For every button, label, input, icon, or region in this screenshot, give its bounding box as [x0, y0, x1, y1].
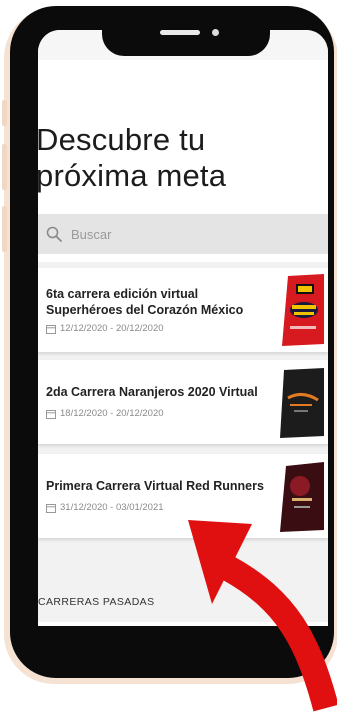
calendar-icon: [46, 503, 56, 513]
event-dates-text: 12/12/2020 - 20/12/2020: [60, 323, 164, 334]
phone-frame: Descubre tu próxima meta 6ta carrera edi…: [10, 6, 334, 678]
page-title: Descubre tu próxima meta: [38, 122, 316, 194]
event-thumbnail: [280, 274, 324, 346]
event-dates: 18/12/2020 - 20/12/2020: [46, 408, 164, 419]
event-thumbnail: [280, 460, 324, 532]
page-title-line1: Descubre tu: [38, 122, 206, 157]
phone-notch: [102, 16, 270, 56]
event-card[interactable]: 2da Carrera Naranjeros 2020 Virtual 18/1…: [38, 360, 328, 444]
event-dates: 31/12/2020 - 03/01/2021: [46, 502, 164, 513]
past-races-heading: CARRERAS PASADAS: [38, 596, 155, 608]
side-button: [2, 144, 7, 190]
event-title: 2da Carrera Naranjeros 2020 Virtual: [46, 385, 258, 399]
event-dates: 12/12/2020 - 20/12/2020: [46, 323, 164, 334]
event-thumbnail: [280, 366, 324, 438]
page-title-line2: próxima meta: [38, 158, 227, 193]
side-button: [2, 206, 7, 252]
event-title: Primera Carrera Virtual Red Runners: [46, 479, 264, 493]
event-title: 6ta carrera edición virtual Superhéroes …: [46, 287, 244, 317]
side-button: [2, 100, 7, 126]
calendar-icon: [46, 324, 56, 334]
camera-icon: [212, 29, 219, 36]
search-icon: [46, 226, 62, 242]
event-card[interactable]: Primera Carrera Virtual Red Runners 31/1…: [38, 454, 328, 538]
speaker-icon: [160, 30, 200, 35]
app-screen: Descubre tu próxima meta 6ta carrera edi…: [38, 30, 328, 626]
search-input[interactable]: [69, 225, 273, 243]
search-bar[interactable]: [38, 214, 328, 254]
event-dates-text: 18/12/2020 - 20/12/2020: [60, 408, 164, 419]
event-card[interactable]: 6ta carrera edición virtual Superhéroes …: [38, 268, 328, 352]
calendar-icon: [46, 409, 56, 419]
event-dates-text: 31/12/2020 - 03/01/2021: [60, 502, 164, 513]
